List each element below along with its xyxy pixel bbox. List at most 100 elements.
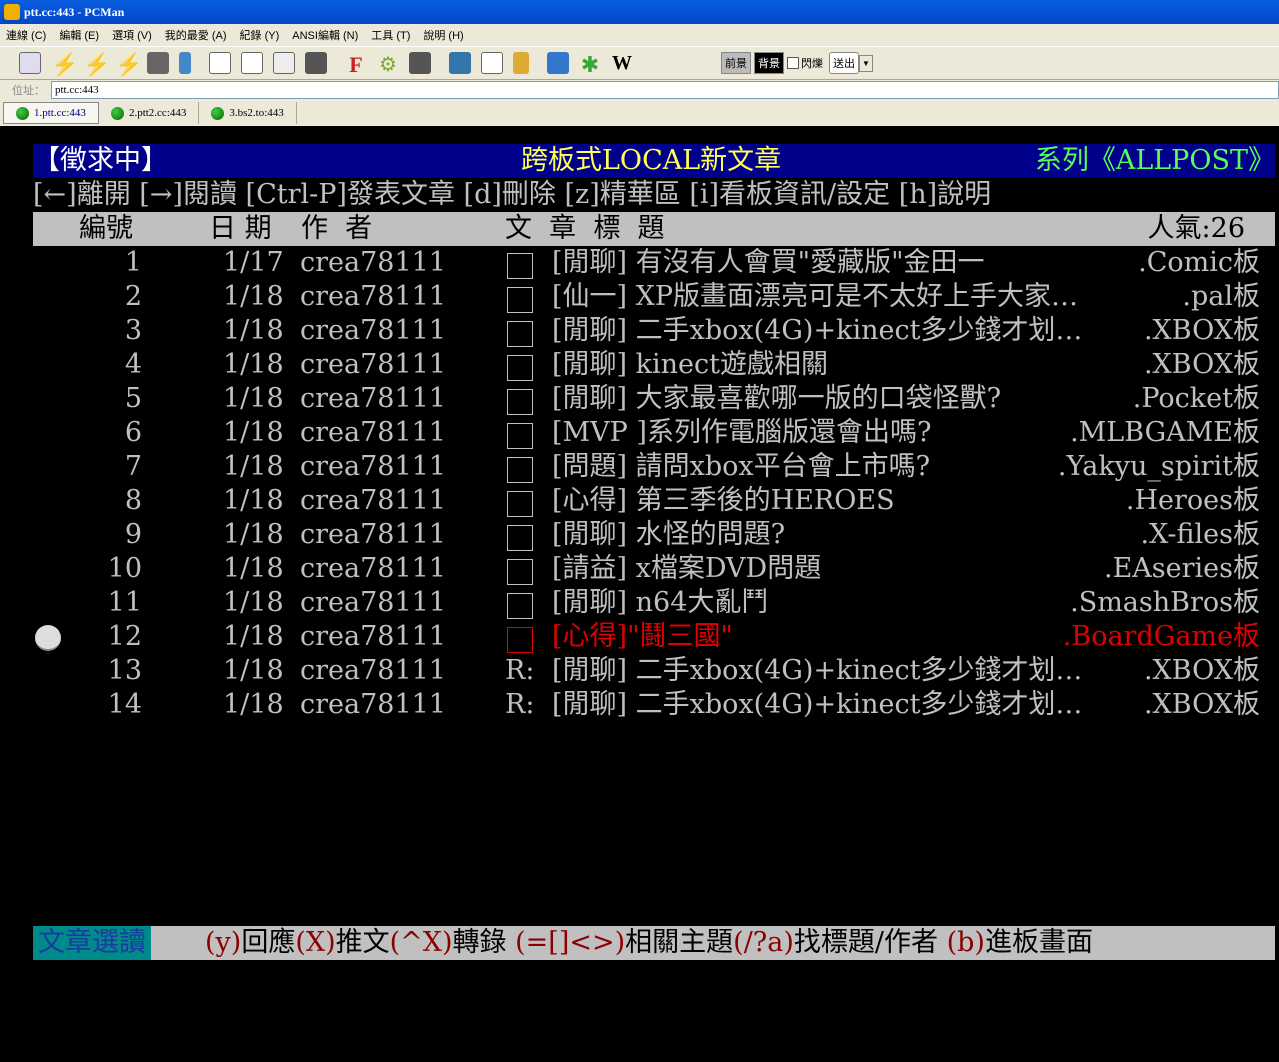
send-button[interactable]: 送出 bbox=[829, 52, 859, 74]
add-favorite-icon[interactable] bbox=[179, 52, 191, 74]
menu-item[interactable]: 我的最愛 (A) bbox=[165, 27, 227, 43]
tab-3[interactable]: 3.bs2.to:443 bbox=[199, 102, 297, 124]
article-row[interactable]: 12 1/18 crea78111 [心得]"鬪三國" .BoardGame板 bbox=[33, 620, 1275, 654]
footer-action: 轉錄 bbox=[452, 927, 516, 958]
paste-icon[interactable] bbox=[273, 52, 295, 74]
color-copy-icon[interactable] bbox=[241, 52, 263, 74]
column-header: 編號 日 期 作 者 文 章 標 題 人氣:26 bbox=[33, 212, 1275, 246]
article-num: 10 bbox=[107, 553, 142, 584]
flower-icon[interactable]: ✱ bbox=[579, 52, 601, 77]
article-row[interactable]: 11 1/18 crea78111 [閒聊] n64大亂鬥 .SmashBros板 bbox=[33, 586, 1275, 620]
article-num: 12 bbox=[107, 621, 142, 652]
article-row[interactable]: 4 1/18 crea78111 [閒聊] kinect遊戲相關 .XBOX板 bbox=[33, 348, 1275, 382]
copy-icon[interactable] bbox=[209, 52, 231, 74]
tab-1[interactable]: 1.ptt.cc:443 bbox=[3, 102, 99, 124]
address-input[interactable] bbox=[51, 81, 1279, 99]
background-button[interactable]: 背景 bbox=[754, 52, 784, 74]
font-icon[interactable]: F bbox=[345, 52, 367, 77]
article-title: [閒聊] 有沒有人會買"愛藏版"金田一 bbox=[552, 247, 985, 278]
article-date: 1/17 bbox=[223, 247, 284, 278]
header-right: 系列《ALLPOST》 bbox=[1034, 145, 1275, 176]
article-date: 1/18 bbox=[223, 587, 284, 618]
article-author: crea78111 bbox=[300, 519, 446, 550]
article-author: crea78111 bbox=[300, 689, 446, 720]
disconnect-icon[interactable]: ⚡ bbox=[83, 52, 110, 77]
connected-icon bbox=[211, 106, 225, 120]
footer-key: (^X) bbox=[389, 927, 453, 958]
unread-box-icon bbox=[507, 525, 533, 551]
resize-icon[interactable] bbox=[409, 52, 431, 74]
blink-checkbox[interactable] bbox=[787, 57, 799, 69]
close-tab-icon[interactable] bbox=[147, 52, 169, 74]
article-row[interactable]: 5 1/18 crea78111 [閒聊] 大家最喜歡哪一版的口袋怪獸? .Pocket… bbox=[33, 382, 1275, 416]
menu-item[interactable]: 說明 (H) bbox=[423, 27, 463, 43]
tab-2[interactable]: 2.ptt2.cc:443 bbox=[99, 102, 200, 124]
article-num: 14 bbox=[107, 689, 142, 720]
article-num: 4 bbox=[124, 349, 142, 380]
ansi-icon[interactable] bbox=[481, 52, 503, 74]
article-author: crea78111 bbox=[300, 349, 446, 380]
preview-icon[interactable] bbox=[305, 52, 327, 74]
menu-item[interactable]: 工具 (T) bbox=[371, 27, 410, 43]
article-board: .MLBGAME板 bbox=[1070, 417, 1260, 448]
article-title: [心得]"鬪三國" bbox=[552, 621, 733, 652]
article-row[interactable]: 3 1/18 crea78111 [閒聊] 二手xbox(4G)+kinect多少錢才… bbox=[33, 314, 1275, 348]
article-author: crea78111 bbox=[300, 587, 446, 618]
menu-item[interactable]: 連線 (C) bbox=[6, 27, 46, 43]
article-num: 9 bbox=[124, 519, 142, 550]
article-row[interactable]: 9 1/18 crea78111 [閒聊] 水怪的問題? .X-files板 bbox=[33, 518, 1275, 552]
article-date: 1/18 bbox=[223, 655, 284, 686]
article-num: 1 bbox=[124, 247, 142, 278]
article-row[interactable]: 1 1/17 crea78111 [閒聊] 有沒有人會買"愛藏版"金田一 .Comic板 bbox=[33, 246, 1275, 280]
article-title: [仙一] XP版畫面漂亮可是不太好上手大家… bbox=[552, 281, 1079, 312]
unread-box-icon bbox=[507, 321, 533, 347]
connected-icon bbox=[110, 106, 124, 120]
article-board: .Pocket板 bbox=[1132, 383, 1260, 414]
article-row[interactable]: 7 1/18 crea78111 [問題] 請問xbox平台會上市嗎? .Yakyu_s… bbox=[33, 450, 1275, 484]
article-row[interactable]: 13 1/18 crea78111 R: [閒聊] 二手xbox(4G)+kinect多… bbox=[33, 654, 1275, 688]
article-date: 1/18 bbox=[223, 383, 284, 414]
article-row[interactable]: 2 1/18 crea78111 [仙一] XP版畫面漂亮可是不太好上手大家… .pal… bbox=[33, 280, 1275, 314]
connect-icon[interactable]: ⚡ bbox=[51, 52, 78, 77]
pcman-logo-icon bbox=[4, 4, 20, 20]
send-dropdown-icon[interactable]: ▼ bbox=[859, 54, 873, 72]
article-author: crea78111 bbox=[300, 485, 446, 516]
footer-key: (b) bbox=[946, 927, 985, 958]
menu-item[interactable]: 編輯 (E) bbox=[59, 27, 99, 43]
article-date: 1/18 bbox=[223, 281, 284, 312]
article-num: 11 bbox=[107, 587, 142, 618]
menu-item[interactable]: ANSI編輯 (N) bbox=[292, 27, 358, 43]
reply-mark: R: bbox=[505, 655, 535, 686]
fullscreen-icon[interactable] bbox=[449, 52, 471, 74]
article-num: 6 bbox=[124, 417, 142, 448]
unread-box-icon bbox=[507, 253, 533, 279]
wikipedia-icon[interactable]: W bbox=[611, 52, 633, 74]
footer-key: (=[]<>) bbox=[515, 927, 626, 958]
foreground-button[interactable]: 前景 bbox=[721, 52, 751, 74]
pcman-home-icon[interactable] bbox=[547, 52, 569, 74]
article-row[interactable]: 6 1/18 crea78111 [MVP ]系列作電腦版還會出嗎? .MLBGAME板 bbox=[33, 416, 1275, 450]
article-num: 7 bbox=[124, 451, 142, 482]
menu-item[interactable]: 紀錄 (Y) bbox=[240, 27, 280, 43]
article-author: crea78111 bbox=[300, 315, 446, 346]
help-line: [←]離開 [→]閱讀 [Ctrl-P]發表文章 [d]刪除 [z]精華區 [i… bbox=[33, 178, 1275, 212]
article-row[interactable]: 8 1/18 crea78111 [心得] 第三季後的HEROES .Heroes板 bbox=[33, 484, 1275, 518]
menu-item[interactable]: 選項 (V) bbox=[112, 27, 152, 43]
site-list-icon[interactable] bbox=[19, 52, 41, 74]
reconnect-icon[interactable]: ⚡ bbox=[115, 52, 142, 77]
tab-label: 3.bs2.to:443 bbox=[229, 107, 284, 119]
article-date: 1/18 bbox=[223, 417, 284, 448]
lock-icon[interactable] bbox=[513, 52, 529, 74]
cursor-icon bbox=[35, 625, 61, 651]
footer-key: (X) bbox=[295, 927, 336, 958]
footer-mode: 文章選讀 bbox=[33, 926, 151, 960]
article-date: 1/18 bbox=[223, 485, 284, 516]
article-row[interactable]: 10 1/18 crea78111 [請益] x檔案DVD問題 .EAseries板 bbox=[33, 552, 1275, 586]
settings-gear-icon[interactable]: ⚙ bbox=[377, 52, 399, 76]
terminal[interactable]: 【徵求中】 跨板式LOCAL新文章 系列《ALLPOST》 [←]離開 [→]閱… bbox=[0, 126, 1279, 977]
article-date: 1/18 bbox=[223, 621, 284, 652]
footer-action: 推文 bbox=[335, 927, 390, 958]
col-num: 編號 bbox=[79, 213, 133, 244]
footer-key: (y) bbox=[205, 927, 242, 958]
article-row[interactable]: 14 1/18 crea78111 R: [閒聊] 二手xbox(4G)+kinect多… bbox=[33, 688, 1275, 722]
